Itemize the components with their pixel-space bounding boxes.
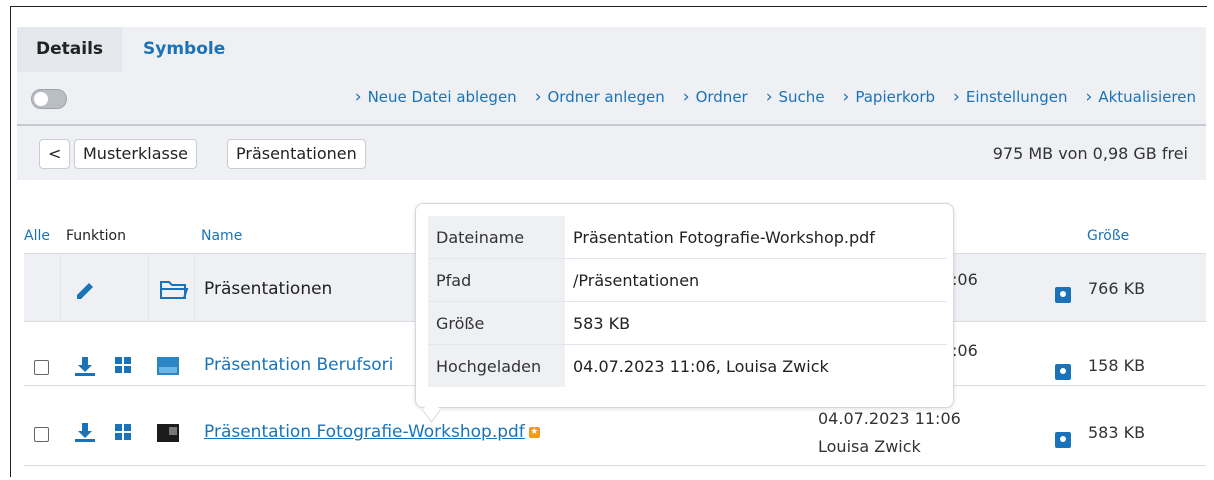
column-divider xyxy=(194,254,195,321)
tooltip-value: /Präsentationen xyxy=(565,258,947,302)
row-checkbox[interactable] xyxy=(34,360,49,375)
tooltip-row: Hochgeladen 04.07.2023 11:06, Louisa Zwi… xyxy=(428,344,947,387)
file-size: 583 KB xyxy=(1088,423,1146,442)
file-info-table: Dateiname Präsentation Fotografie-Worksh… xyxy=(428,216,947,387)
download-icon[interactable] xyxy=(72,355,98,377)
tooltip-value: 583 KB xyxy=(565,301,947,345)
toolbar-actions: Neue Datei ablegen Ordner anlegen Ordner… xyxy=(355,87,1196,107)
view-tabs: Details Symbole xyxy=(17,27,1206,72)
apps-grid-icon[interactable] xyxy=(113,355,133,375)
folder-name[interactable]: Präsentationen xyxy=(204,279,332,299)
modified-date: :06 xyxy=(952,270,978,289)
file-thumbnail-icon xyxy=(157,357,179,375)
new-badge-icon: ★ xyxy=(528,426,540,438)
search-link[interactable]: Suche xyxy=(766,87,825,107)
breadcrumb-item-musterklasse[interactable]: Musterklasse xyxy=(74,139,198,169)
tab-symbols[interactable]: Symbole xyxy=(124,27,244,72)
download-icon[interactable] xyxy=(72,421,98,443)
tab-details[interactable]: Details xyxy=(17,27,123,72)
settings-link[interactable]: Einstellungen xyxy=(953,87,1068,107)
new-file-link[interactable]: Neue Datei ablegen xyxy=(355,87,517,107)
table-row[interactable]: Präsentation Fotografie-Workshop.pdf ★ 04… xyxy=(24,403,1206,466)
file-size: 766 KB xyxy=(1088,279,1146,298)
breadcrumb: < Musterklasse Präsentationen 975 MB von… xyxy=(17,126,1206,180)
tooltip-key: Pfad xyxy=(428,258,565,302)
toggle-knob xyxy=(34,92,48,106)
user-icon[interactable] xyxy=(1055,432,1071,448)
edit-pencil-icon[interactable] xyxy=(74,278,100,300)
tooltip-value: 04.07.2023 11:06, Louisa Zwick xyxy=(573,356,829,376)
file-thumbnail-icon xyxy=(157,424,179,442)
function-header: Funktion xyxy=(66,228,126,244)
file-size: 158 KB xyxy=(1088,356,1146,375)
toolbar: Neue Datei ablegen Ordner anlegen Ordner… xyxy=(17,72,1206,126)
file-name-text: Präsentation Fotografie-Workshop.pdf xyxy=(204,422,525,442)
modified-date: 04.07.2023 11:06 xyxy=(818,409,961,428)
tooltip-key: Hochgeladen xyxy=(428,344,565,387)
storage-quota: 975 MB von 0,98 GB frei xyxy=(992,144,1188,163)
breadcrumb-item-praesentationen[interactable]: Präsentationen xyxy=(227,139,366,169)
uploader-name: Louisa Zwick xyxy=(818,437,921,456)
tooltip-row: Dateiname Präsentation Fotografie-Worksh… xyxy=(428,216,947,259)
tooltip-row: Pfad /Präsentationen xyxy=(428,258,947,302)
refresh-link[interactable]: Aktualisieren xyxy=(1086,87,1196,107)
name-sort-header[interactable]: Name xyxy=(201,228,242,244)
file-name-link[interactable]: Präsentation Fotografie-Workshop.pdf ★ xyxy=(204,422,540,442)
modified-date: :06 xyxy=(952,341,978,360)
tooltip-key: Dateiname xyxy=(428,216,565,259)
folder-link[interactable]: Ordner xyxy=(683,87,748,107)
column-divider xyxy=(148,254,149,321)
tooltip-key: Größe xyxy=(428,301,565,345)
trash-link[interactable]: Papierkorb xyxy=(843,87,935,107)
file-info-tooltip: Dateiname Präsentation Fotografie-Worksh… xyxy=(415,203,954,408)
view-toggle[interactable] xyxy=(31,89,67,109)
tooltip-value: Präsentation Fotografie-Workshop.pdf xyxy=(565,216,947,259)
tooltip-row: Größe 583 KB xyxy=(428,301,947,345)
select-all-link[interactable]: Alle xyxy=(24,228,50,244)
user-icon[interactable] xyxy=(1055,287,1071,303)
column-divider xyxy=(60,254,61,321)
file-name-link[interactable]: Präsentation Berufsori xyxy=(204,355,393,375)
size-sort-header[interactable]: Größe xyxy=(1087,228,1129,244)
folder-icon xyxy=(160,281,189,299)
apps-grid-icon[interactable] xyxy=(113,422,133,442)
user-icon[interactable] xyxy=(1055,364,1071,380)
breadcrumb-back-button[interactable]: < xyxy=(39,139,71,169)
new-folder-link[interactable]: Ordner anlegen xyxy=(535,87,665,107)
row-checkbox[interactable] xyxy=(34,427,49,442)
